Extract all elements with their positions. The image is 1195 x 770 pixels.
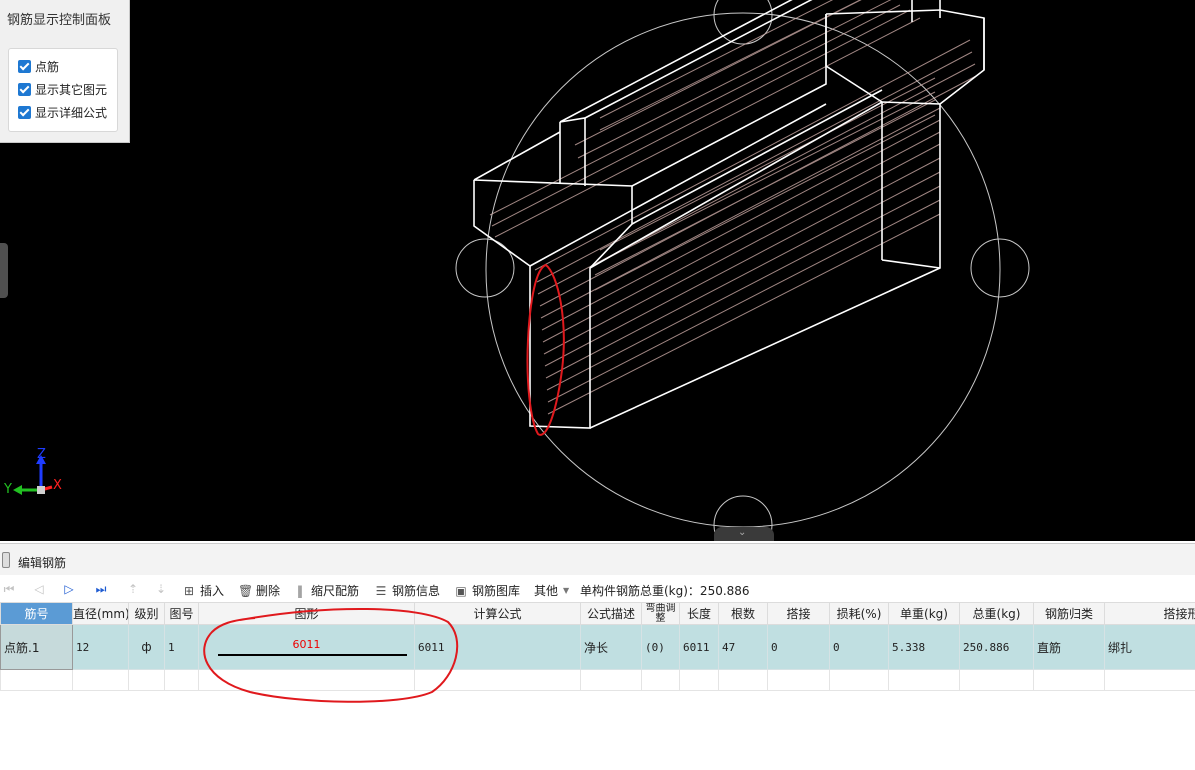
pin-icon[interactable] — [2, 552, 10, 568]
cell-count[interactable]: 47 — [718, 624, 768, 670]
cell-lap-type[interactable]: 绑扎 — [1104, 624, 1195, 670]
control-panel-title: 钢筋显示控制面板 — [7, 13, 112, 28]
cell-lap[interactable]: 0 — [767, 624, 830, 670]
shape-dimension[interactable]: 6011 — [202, 638, 411, 651]
chevron-down-icon: ⌄ — [738, 527, 747, 538]
checkbox-checked-icon[interactable] — [18, 59, 31, 73]
column-header[interactable]: 总重(kg) — [959, 602, 1034, 625]
axis-label-y: Y — [4, 482, 12, 497]
library-icon: ▣ — [455, 583, 467, 598]
table-row[interactable]: 点筋.1 12 ф 1 6011 6011 净长 (0) 6011 47 0 0… — [0, 624, 1195, 670]
3d-viewport[interactable]: Z Y X 钢筋显示控制面板 点筋 显示其它图元 显示详细公式 ⌄ — [0, 0, 1195, 541]
delete-label: 删除 — [256, 584, 281, 598]
rebar-toolbar: ⏮ ◁ ▷ ⏭ ⇡ ⇣ ⊞ 插入 🗑 删除 ‖ 缩尺配筋 ☰ 钢筋信息 ▣ 钢筋… — [0, 575, 1195, 602]
column-header[interactable]: 钢筋归类 — [1033, 602, 1105, 625]
scale-icon: ‖ — [297, 583, 303, 598]
trash-icon: 🗑 — [238, 583, 254, 598]
move-up-icon[interactable]: ⇡ — [126, 582, 140, 596]
column-header[interactable]: 图号 — [164, 602, 199, 625]
cell-formula-desc[interactable]: 净长 — [580, 624, 642, 670]
axis-label-x: X — [53, 478, 62, 493]
prev-record-icon[interactable]: ◁ — [32, 582, 46, 596]
column-header[interactable]: 弯曲调整 — [641, 602, 680, 625]
column-header[interactable]: 直径(mm) — [72, 602, 129, 625]
axis-label-z: Z — [37, 447, 46, 462]
table-header-row: 筋号 直径(mm) 级别 图号 图形 计算公式 公式描述 弯曲调整 长度 根数 … — [0, 602, 1195, 625]
edit-rebar-panel-header: 编辑钢筋 — [0, 543, 1195, 576]
rebar-info-label: 钢筋信息 — [392, 584, 441, 598]
column-header[interactable]: 长度 — [679, 602, 719, 625]
column-header[interactable]: 筋号 — [0, 602, 73, 625]
option-label: 显示详细公式 — [35, 105, 108, 120]
last-record-icon[interactable]: ⏭ — [94, 582, 108, 596]
control-panel-options: 点筋 显示其它图元 显示详细公式 — [8, 48, 118, 132]
column-header[interactable]: 搭接形式 — [1104, 602, 1195, 625]
model-view — [13, 0, 1030, 541]
total-weight-readout: 单构件钢筋总重(kg)：250.886 — [580, 584, 750, 598]
insert-icon: ⊞ — [183, 583, 195, 598]
panel-title: 编辑钢筋 — [18, 556, 67, 570]
insert-button[interactable]: ⊞ 插入 — [182, 582, 224, 599]
cell-name[interactable]: 点筋.1 — [0, 624, 73, 670]
rebar-table: 筋号 直径(mm) 级别 图号 图形 计算公式 公式描述 弯曲调整 长度 根数 … — [0, 602, 1195, 770]
beam-outline — [473, 0, 985, 429]
cell-grade[interactable]: ф — [128, 624, 165, 670]
cell-total-weight[interactable]: 250.886 — [959, 624, 1034, 670]
column-header[interactable]: 单重(kg) — [888, 602, 960, 625]
scale-rebar-label: 缩尺配筋 — [311, 584, 360, 598]
rebar-shape-line — [218, 654, 407, 656]
rebar-library-label: 钢筋图库 — [472, 584, 521, 598]
column-header[interactable]: 搭接 — [767, 602, 830, 625]
info-list-icon: ☰ — [375, 583, 387, 598]
orbit-circle — [485, 12, 1001, 528]
option-show-detailed-formula[interactable]: 显示详细公式 — [18, 104, 107, 120]
cell-formula[interactable]: 6011 — [414, 624, 581, 670]
rebar-display-control-panel: 钢筋显示控制面板 点筋 显示其它图元 显示详细公式 — [0, 0, 130, 143]
column-header[interactable]: 级别 — [128, 602, 165, 625]
formula-value: 6011 — [418, 640, 445, 654]
bottom-collapse-handle[interactable]: ⌄ — [714, 527, 774, 541]
side-collapse-handle[interactable] — [0, 243, 8, 298]
cell-loss[interactable]: 0 — [829, 624, 889, 670]
cell-category[interactable]: 直筋 — [1033, 624, 1105, 670]
column-header[interactable]: 图形 — [198, 602, 415, 625]
axis-gizmo — [13, 455, 53, 495]
column-header[interactable]: 计算公式 — [414, 602, 581, 625]
move-down-icon[interactable]: ⇣ — [154, 582, 168, 596]
column-header[interactable]: 损耗(%) — [829, 602, 889, 625]
cell-unit-weight[interactable]: 5.338 — [888, 624, 960, 670]
option-label: 点筋 — [35, 59, 60, 74]
rebar-info-button[interactable]: ☰ 钢筋信息 — [374, 582, 440, 599]
cell-length[interactable]: 6011 — [679, 624, 719, 670]
checkbox-checked-icon[interactable] — [18, 105, 31, 119]
table-row-empty[interactable] — [0, 669, 1195, 691]
option-label: 显示其它图元 — [35, 82, 108, 97]
insert-label: 插入 — [200, 584, 225, 598]
orbit-handle-top — [713, 0, 773, 45]
caret-down-icon: ▼ — [563, 586, 570, 595]
cell-shape[interactable]: 6011 — [198, 624, 415, 670]
scale-rebar-button[interactable]: ‖ 缩尺配筋 — [293, 582, 359, 599]
delete-button[interactable]: 🗑 删除 — [238, 582, 280, 599]
option-show-other-elements[interactable]: 显示其它图元 — [18, 81, 107, 97]
next-record-icon[interactable]: ▷ — [62, 582, 76, 596]
column-header[interactable]: 根数 — [718, 602, 768, 625]
checkbox-checked-icon[interactable] — [18, 82, 31, 96]
cell-diameter[interactable]: 12 — [72, 624, 129, 670]
other-dropdown[interactable]: 其他 ▼ — [534, 582, 569, 599]
option-point-rebar[interactable]: 点筋 — [18, 58, 59, 74]
column-header[interactable]: 公式描述 — [580, 602, 642, 625]
other-label: 其他 — [534, 584, 559, 598]
rebar-library-button[interactable]: ▣ 钢筋图库 — [454, 582, 520, 599]
cell-bend-adjust[interactable]: (0) — [641, 624, 680, 670]
first-record-icon[interactable]: ⏮ — [2, 582, 16, 596]
cell-shape-no[interactable]: 1 — [164, 624, 199, 670]
